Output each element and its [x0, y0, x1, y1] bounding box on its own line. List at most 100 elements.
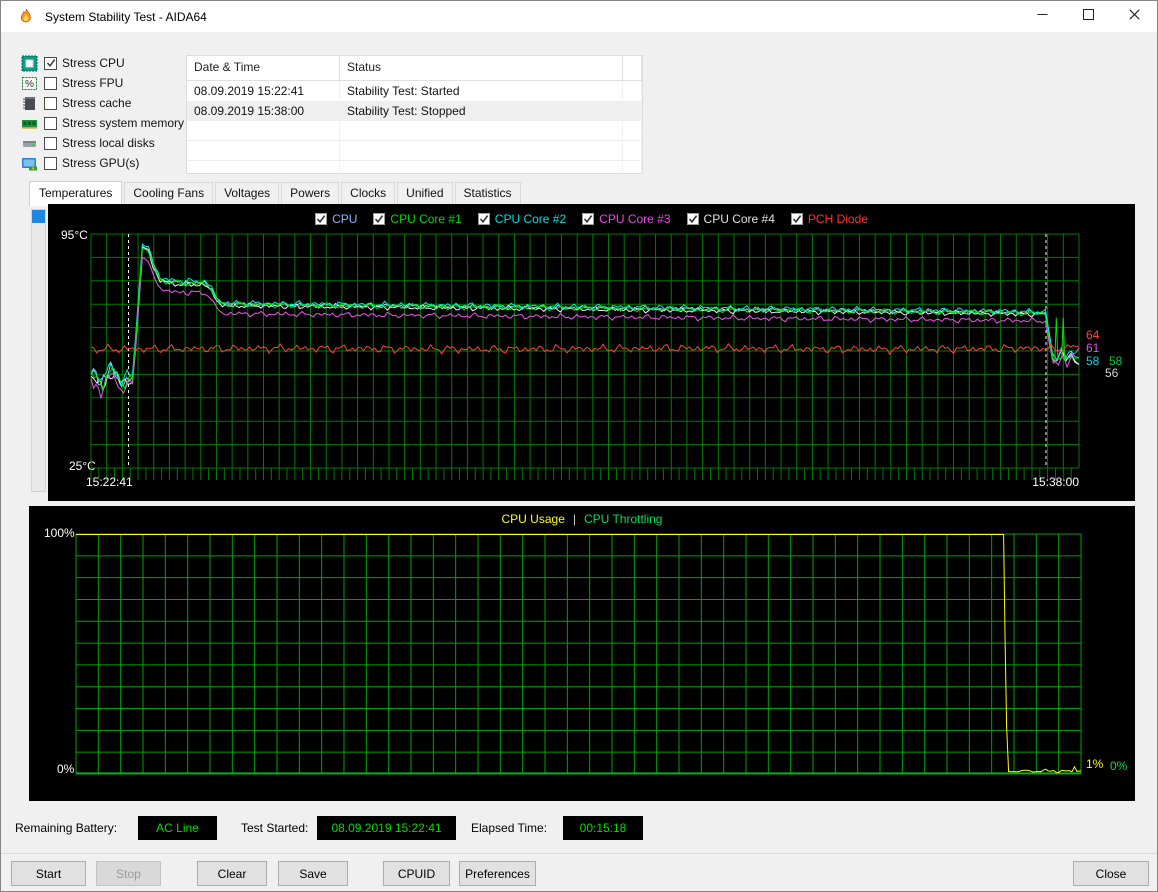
- log-status: Stability Test: Started: [340, 81, 623, 101]
- stress-option-label: Stress local disks: [62, 136, 155, 150]
- tab-voltages[interactable]: Voltages: [215, 182, 280, 205]
- stress-option-label: Stress CPU: [62, 56, 125, 70]
- clear-button[interactable]: Clear: [197, 861, 267, 886]
- legend-label: CPU Core #1: [390, 212, 462, 226]
- stress-fpu-checkbox[interactable]: [44, 76, 57, 90]
- stress-option-stress-gpu-s[interactable]: Stress GPU(s): [21, 153, 184, 173]
- stress-option-stress-cpu[interactable]: Stress CPU: [21, 53, 184, 73]
- stress-gpu-s-checkbox[interactable]: [44, 156, 57, 170]
- stress-option-label: Stress system memory: [62, 116, 185, 130]
- legend-checkbox[interactable]: [790, 213, 803, 225]
- test-started-value-box: 08.09.2019 15:22:41: [317, 816, 456, 840]
- current-value-label: 56: [1105, 366, 1119, 380]
- legend-cpu-core-3[interactable]: CPU Core #3: [582, 212, 671, 226]
- window-title: System Stability Test - AIDA64: [45, 9, 207, 24]
- minimize-button[interactable]: [1019, 1, 1065, 31]
- stress-option-label: Stress GPU(s): [62, 156, 140, 170]
- log-column-header-2[interactable]: [623, 56, 642, 80]
- log-column-header-0[interactable]: Date & Time: [187, 56, 340, 80]
- temp-axis-start-time: 15:22:41: [86, 475, 133, 489]
- stress-cpu-checkbox[interactable]: [44, 56, 57, 70]
- tab-temperatures[interactable]: Temperatures: [29, 181, 123, 206]
- legend-pch-diode[interactable]: PCH Diode: [790, 212, 868, 226]
- log-row[interactable]: 08.09.2019 15:38:00 Stability Test: Stopp…: [187, 101, 642, 121]
- tab-clocks[interactable]: Clocks: [341, 182, 396, 205]
- legend-checkbox[interactable]: [582, 213, 595, 225]
- log-column-header-1[interactable]: Status: [340, 56, 623, 80]
- legend-label: CPU: [332, 212, 358, 226]
- stress-option-stress-fpu[interactable]: % Stress FPU: [21, 73, 184, 93]
- close-icon: [1128, 9, 1140, 23]
- legend-checkbox[interactable]: [315, 213, 328, 225]
- stress-option-stress-local-disks[interactable]: Stress local disks: [21, 133, 184, 153]
- temperature-chart: [90, 233, 1080, 480]
- stress-cache-checkbox[interactable]: [44, 96, 57, 110]
- temperature-legend: CPU CPU Core #1 CPU Core #2 CPU Core #3 CPU …: [48, 212, 1135, 226]
- title-separator: |: [572, 512, 576, 526]
- legend-label: CPU Core #2: [494, 212, 567, 226]
- temp-axis-max-label: 95°C: [61, 228, 88, 242]
- log-empty-row: [187, 161, 642, 181]
- fpu-icon: %: [21, 75, 38, 92]
- maximize-button[interactable]: [1065, 1, 1111, 31]
- current-value-label: 1%: [1086, 757, 1104, 771]
- memory-icon: [21, 115, 38, 132]
- tab-cooling-fans[interactable]: Cooling Fans: [124, 182, 214, 205]
- gpu-icon: [21, 155, 38, 172]
- usage-axis-min-label: 0%: [57, 762, 75, 776]
- legend-checkbox[interactable]: [686, 213, 699, 225]
- legend-label: CPU Core #3: [599, 212, 671, 226]
- legend-cpu-core-4[interactable]: CPU Core #4: [686, 212, 775, 226]
- legend-checkbox[interactable]: [373, 213, 386, 225]
- legend-checkbox[interactable]: [477, 213, 490, 225]
- close-window-button[interactable]: [1111, 1, 1157, 31]
- save-button[interactable]: Save: [278, 861, 348, 886]
- status-bar: Remaining Battery: AC Line Test Started:…: [1, 816, 1157, 842]
- stop-button: Stop: [96, 861, 161, 886]
- tab-statistics[interactable]: Statistics: [454, 182, 521, 205]
- log-status: Stability Test: Stopped: [340, 101, 623, 121]
- stress-local-disks-checkbox[interactable]: [44, 136, 57, 150]
- slider-thumb[interactable]: [32, 210, 45, 223]
- stress-options-list: Stress CPU% Stress FPU Stress cache Stress …: [21, 53, 184, 173]
- battery-value-box: AC Line: [138, 816, 217, 840]
- log-empty-row: [187, 121, 642, 141]
- system-stability-test-window: System Stability Test - AIDA64 Stress CP…: [0, 0, 1158, 892]
- cpu-throttling-title: CPU Throttling: [584, 512, 663, 526]
- stress-option-stress-system-memory[interactable]: Stress system memory: [21, 113, 184, 133]
- current-value-label: 61: [1086, 341, 1100, 355]
- current-value-label: 64: [1086, 328, 1100, 342]
- legend-cpu-core-1[interactable]: CPU Core #1: [373, 212, 462, 226]
- cpu-usage-chart-panel: CPU Usage | CPU Throttling 100% 0% 1% 0%: [29, 506, 1135, 801]
- start-button[interactable]: Start: [11, 861, 86, 886]
- stress-option-label: Stress FPU: [62, 76, 124, 90]
- legend-cpu-core-2[interactable]: CPU Core #2: [477, 212, 567, 226]
- aida64-flame-icon: [17, 8, 35, 26]
- usage-chart-title: CPU Usage | CPU Throttling: [29, 512, 1135, 526]
- stress-option-stress-cache[interactable]: Stress cache: [21, 93, 184, 113]
- test-started-label: Test Started:: [241, 821, 309, 835]
- stress-system-memory-checkbox[interactable]: [44, 116, 57, 130]
- stress-option-label: Stress cache: [62, 96, 132, 110]
- minimize-icon: [1037, 9, 1048, 23]
- cache-icon: [21, 95, 38, 112]
- legend-label: CPU Core #4: [703, 212, 775, 226]
- current-value-label: 0%: [1110, 759, 1128, 773]
- tab-powers[interactable]: Powers: [281, 182, 340, 205]
- temp-axis-end-time: 15:38:00: [1032, 475, 1079, 489]
- close-button[interactable]: Close: [1073, 861, 1149, 886]
- log-header-row: Date & Time Status: [187, 56, 642, 81]
- preferences-button[interactable]: Preferences: [459, 861, 536, 886]
- cpu-icon: [21, 55, 38, 72]
- log-row[interactable]: 08.09.2019 15:22:41 Stability Test: Start…: [187, 81, 642, 101]
- maximize-icon: [1082, 9, 1094, 23]
- cpu-usage-chart: [75, 533, 1082, 775]
- temperature-chart-panel: CPU CPU Core #1 CPU Core #2 CPU Core #3 CPU …: [48, 204, 1135, 501]
- temperature-chart-slider[interactable]: [31, 209, 46, 492]
- cpuid-button[interactable]: CPUID: [383, 861, 450, 886]
- titlebar: System Stability Test - AIDA64: [1, 1, 1157, 33]
- elapsed-time-value-box: 00:15:18: [563, 816, 643, 840]
- log-empty-row: [187, 141, 642, 161]
- tab-unified[interactable]: Unified: [397, 182, 453, 205]
- legend-cpu[interactable]: CPU: [315, 212, 357, 226]
